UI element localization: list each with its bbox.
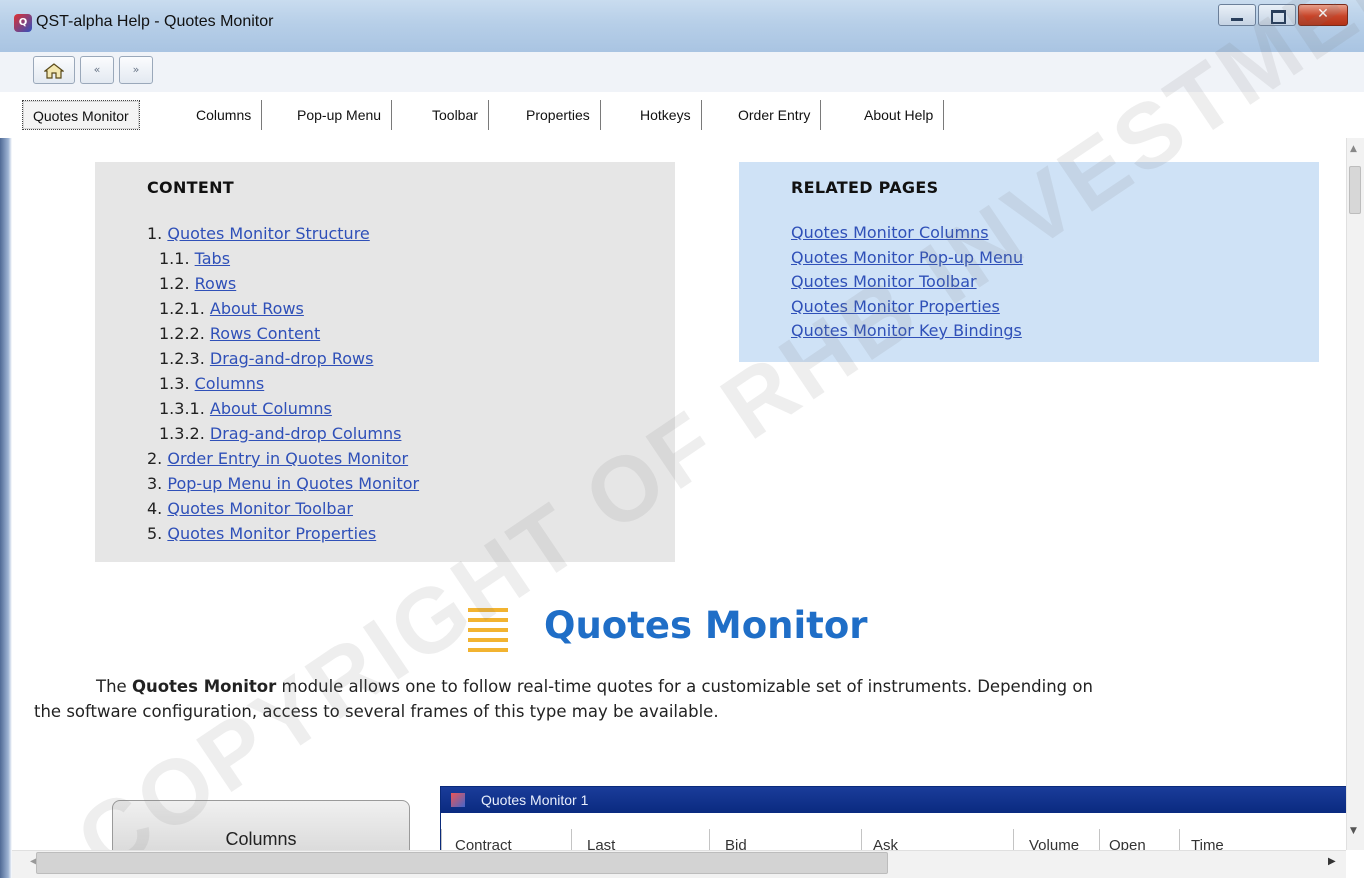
related-link[interactable]: Quotes Monitor Pop-up Menu xyxy=(791,246,1319,271)
toc-link[interactable]: Drag-and-drop Columns xyxy=(210,424,402,443)
page-title: Quotes Monitor xyxy=(544,604,868,647)
desc-text: The xyxy=(96,677,132,696)
scroll-down-arrow-icon[interactable]: ▼ xyxy=(1350,826,1357,836)
content-title: CONTENT xyxy=(147,178,234,197)
related-link[interactable]: Quotes Monitor Columns xyxy=(791,221,1319,246)
content-box: CONTENT 1. Quotes Monitor Structure 1.1. … xyxy=(95,162,675,562)
toc-number: 1.2. xyxy=(159,274,190,293)
home-icon xyxy=(44,63,64,79)
toc-number: 4. xyxy=(147,499,163,518)
related-title: RELATED PAGES xyxy=(791,178,939,197)
desc-bold: Quotes Monitor xyxy=(131,677,277,696)
related-links: Quotes Monitor Columns Quotes Monitor Pop… xyxy=(791,221,1319,344)
forward-button[interactable]: » xyxy=(119,56,153,84)
preview-window-title: Quotes Monitor 1 xyxy=(441,787,1346,813)
toc-number: 1. xyxy=(147,224,163,243)
app-icon: Q xyxy=(14,14,32,32)
related-pages-box: RELATED PAGES Quotes Monitor Columns Quot… xyxy=(739,162,1319,362)
description-line-2: the software configuration, access to se… xyxy=(34,702,719,721)
toc-number: 1.3. xyxy=(159,374,190,393)
quotes-monitor-icon xyxy=(468,608,508,652)
tab-popup-menu[interactable]: Pop-up Menu xyxy=(287,100,393,130)
toc-number: 1.2.1. xyxy=(159,299,205,318)
toc-link[interactable]: Drag-and-drop Rows xyxy=(210,349,374,368)
title-bar: Q QST-alpha Help - Quotes Monitor xyxy=(0,0,1364,52)
toc-number: 3. xyxy=(147,474,163,493)
vertical-scroll-thumb[interactable] xyxy=(1349,166,1361,214)
toc-link[interactable]: Rows Content xyxy=(210,324,320,343)
window-left-edge xyxy=(0,138,12,878)
tab-columns[interactable]: Columns xyxy=(186,100,263,130)
toc-link[interactable]: Order Entry in Quotes Monitor xyxy=(167,449,408,468)
toc-item: 1.2.1. About Rows xyxy=(147,296,675,321)
related-link[interactable]: Quotes Monitor Key Bindings xyxy=(791,319,1319,344)
toc-item: 1.3.1. About Columns xyxy=(147,396,675,421)
toc-item: 3. Pop-up Menu in Quotes Monitor xyxy=(147,471,675,496)
toc-link[interactable]: About Rows xyxy=(210,299,304,318)
toc-item: 1.2.3. Drag-and-drop Rows xyxy=(147,346,675,371)
description-line-1: The Quotes Monitor module allows one to … xyxy=(34,674,1334,699)
toc-list: 1. Quotes Monitor Structure 1.1. Tabs 1.2.… xyxy=(147,221,675,546)
toc-item: 2. Order Entry in Quotes Monitor xyxy=(147,446,675,471)
toc-number: 1.2.2. xyxy=(159,324,205,343)
toc-link[interactable]: Quotes Monitor Structure xyxy=(167,224,369,243)
toc-link[interactable]: Quotes Monitor Properties xyxy=(167,524,376,543)
toc-item: 1.2. Rows xyxy=(147,271,675,296)
toc-link[interactable]: Pop-up Menu in Quotes Monitor xyxy=(167,474,419,493)
toc-number: 1.1. xyxy=(159,249,190,268)
toc-link[interactable]: Rows xyxy=(195,274,237,293)
toc-number: 2. xyxy=(147,449,163,468)
horizontal-scroll-thumb[interactable] xyxy=(36,852,888,874)
toc-item: 1.3.2. Drag-and-drop Columns xyxy=(147,421,675,446)
toc-item: 1.3. Columns xyxy=(147,371,675,396)
tab-toolbar[interactable]: Toolbar xyxy=(422,100,489,130)
maximize-button[interactable] xyxy=(1258,4,1296,26)
window-icon xyxy=(451,793,465,807)
back-button[interactable]: « xyxy=(80,56,114,84)
toc-item: 1. Quotes Monitor Structure xyxy=(147,221,675,246)
quotes-monitor-preview: Quotes Monitor 1 Contract Last Bid Ask V… xyxy=(440,786,1346,850)
related-link[interactable]: Quotes Monitor Properties xyxy=(791,295,1319,320)
scroll-right-arrow-icon[interactable]: ▶ xyxy=(1328,856,1336,867)
vertical-scrollbar[interactable] xyxy=(1346,138,1364,850)
toc-item: 1.1. Tabs xyxy=(147,246,675,271)
tab-hotkeys[interactable]: Hotkeys xyxy=(630,100,702,130)
column-header: Ask xyxy=(873,837,899,850)
desc-text-rest: module allows one to follow real-time qu… xyxy=(276,677,1093,696)
column-header: Volume xyxy=(1029,837,1080,850)
tab-quotes-monitor[interactable]: Quotes Monitor xyxy=(22,100,140,130)
tab-properties[interactable]: Properties xyxy=(516,100,601,130)
window-controls xyxy=(1216,4,1348,28)
tab-about-help[interactable]: About Help xyxy=(854,100,945,130)
minimize-button[interactable] xyxy=(1218,4,1256,26)
help-content-frame: CONTENT 1. Quotes Monitor Structure 1.1. … xyxy=(12,138,1346,850)
toc-item: 5. Quotes Monitor Properties xyxy=(147,521,675,546)
columns-button[interactable]: Columns xyxy=(112,800,410,850)
toc-item: 4. Quotes Monitor Toolbar xyxy=(147,496,675,521)
toc-link[interactable]: Tabs xyxy=(195,249,230,268)
module-description: The Quotes Monitor module allows one to … xyxy=(34,674,1334,724)
toc-number: 5. xyxy=(147,524,163,543)
column-header: Contract xyxy=(455,837,512,850)
toc-link[interactable]: Columns xyxy=(195,374,265,393)
toc-link[interactable]: About Columns xyxy=(210,399,332,418)
column-header: Bid xyxy=(725,837,747,850)
scroll-up-arrow-icon[interactable]: ▲ xyxy=(1350,144,1357,154)
preview-column-headers: Contract Last Bid Ask Volume Open Time xyxy=(441,813,1346,850)
nav-toolbar xyxy=(0,52,1364,92)
toc-number: 1.2.3. xyxy=(159,349,205,368)
column-header: Time xyxy=(1191,837,1224,850)
toc-item: 1.2.2. Rows Content xyxy=(147,321,675,346)
toc-number: 1.3.1. xyxy=(159,399,205,418)
column-header: Last xyxy=(587,837,616,850)
tab-order-entry[interactable]: Order Entry xyxy=(728,100,822,130)
toc-number: 1.3.2. xyxy=(159,424,205,443)
home-button[interactable] xyxy=(33,56,75,84)
close-button[interactable] xyxy=(1298,4,1348,26)
related-link[interactable]: Quotes Monitor Toolbar xyxy=(791,270,1319,295)
toc-link[interactable]: Quotes Monitor Toolbar xyxy=(167,499,353,518)
preview-title-text: Quotes Monitor 1 xyxy=(481,792,589,808)
window-title: QST-alpha Help - Quotes Monitor xyxy=(36,13,274,30)
column-header: Open xyxy=(1109,837,1146,850)
